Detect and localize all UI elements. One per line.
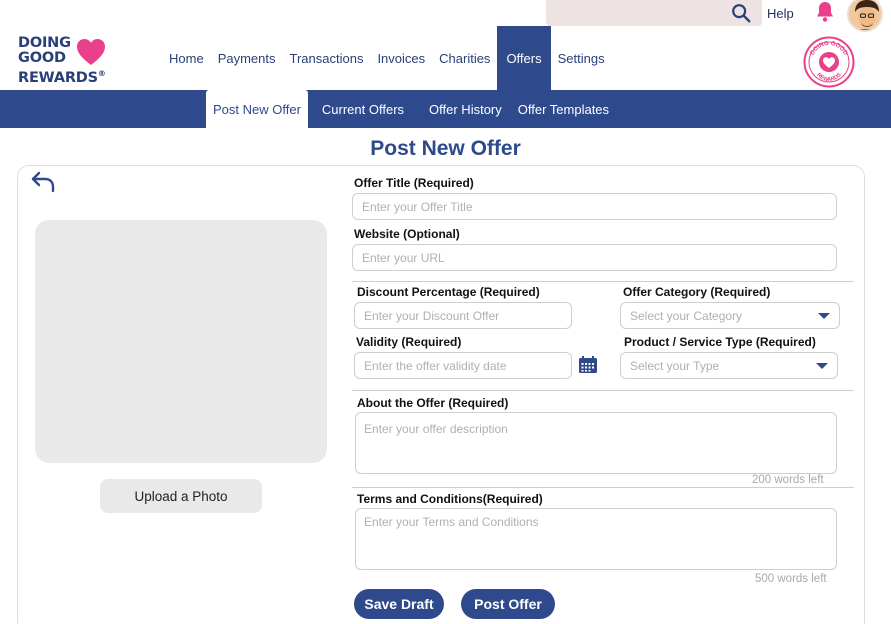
about-label: About the Offer (Required) xyxy=(357,396,509,410)
website-input[interactable]: Enter your URL xyxy=(352,244,837,271)
user-avatar-icon xyxy=(849,0,881,30)
brand-badge-icon: DOING GOOD REWARDS xyxy=(803,36,855,88)
app-root: Help DOING GOOD REWARDS® Home Payments T… xyxy=(0,0,891,624)
section-divider xyxy=(352,281,854,282)
discount-input[interactable]: Enter your Discount Offer xyxy=(354,302,572,329)
photo-preview[interactable] xyxy=(35,220,327,463)
validity-label: Validity (Required) xyxy=(356,335,462,349)
terms-word-counter: 500 words left xyxy=(755,573,827,585)
post-offer-button[interactable]: Post Offer xyxy=(461,589,555,619)
nav-settings[interactable]: Settings xyxy=(551,26,612,90)
terms-label: Terms and Conditions(Required) xyxy=(357,492,543,506)
offer-title-label: Offer Title (Required) xyxy=(354,176,474,190)
offer-title-input[interactable]: Enter your Offer Title xyxy=(352,193,837,220)
page-title: Post New Offer xyxy=(370,137,521,160)
category-select[interactable]: Select your Category xyxy=(620,302,840,329)
discount-label: Discount Percentage (Required) xyxy=(357,285,540,299)
nav-charities[interactable]: Charities xyxy=(432,26,497,90)
sub-nav: Post New Offer Current Offers Offer Hist… xyxy=(0,90,891,128)
bell-icon[interactable] xyxy=(813,0,837,24)
nav-home[interactable]: Home xyxy=(162,26,211,90)
main-nav: Home Payments Transactions Invoices Char… xyxy=(162,26,612,90)
product-type-label: Product / Service Type (Required) xyxy=(624,335,816,349)
category-select-value: Select your Category xyxy=(630,308,743,323)
brand-line-3: REWARDS xyxy=(18,69,98,86)
product-type-select-value: Select your Type xyxy=(630,358,720,373)
calendar-icon[interactable] xyxy=(578,356,598,374)
save-draft-button[interactable]: Save Draft xyxy=(354,589,444,619)
tab-offer-history[interactable]: Offer History xyxy=(412,90,510,128)
product-type-select[interactable]: Select your Type xyxy=(620,352,838,379)
terms-textarea[interactable]: Enter your Terms and Conditions xyxy=(355,508,837,570)
nav-transactions[interactable]: Transactions xyxy=(283,26,371,90)
nav-payments[interactable]: Payments xyxy=(211,26,283,90)
chevron-down-icon xyxy=(818,313,830,319)
heart-icon xyxy=(77,39,105,65)
chevron-down-icon xyxy=(816,363,828,369)
about-textarea[interactable]: Enter your offer description xyxy=(355,412,837,474)
search-icon[interactable] xyxy=(730,2,752,24)
section-divider xyxy=(352,487,854,488)
back-arrow-icon[interactable] xyxy=(30,170,56,194)
nav-offers[interactable]: Offers xyxy=(497,26,551,90)
about-word-counter: 200 words left xyxy=(752,474,824,486)
tab-current-offers[interactable]: Current Offers xyxy=(314,90,412,128)
upload-photo-button[interactable]: Upload a Photo xyxy=(100,479,262,513)
category-label: Offer Category (Required) xyxy=(623,285,771,299)
tab-post-new-offer[interactable]: Post New Offer xyxy=(206,90,308,128)
help-link[interactable]: Help xyxy=(767,6,794,21)
avatar[interactable] xyxy=(847,0,883,32)
section-divider xyxy=(352,390,854,391)
validity-input[interactable]: Enter the offer validity date xyxy=(354,352,572,379)
brand-reg-mark: ® xyxy=(97,69,106,78)
brand-logo[interactable]: DOING GOOD REWARDS® xyxy=(18,36,128,86)
nav-invoices[interactable]: Invoices xyxy=(370,26,432,90)
tab-offer-templates[interactable]: Offer Templates xyxy=(510,90,617,128)
website-label: Website (Optional) xyxy=(354,227,460,241)
